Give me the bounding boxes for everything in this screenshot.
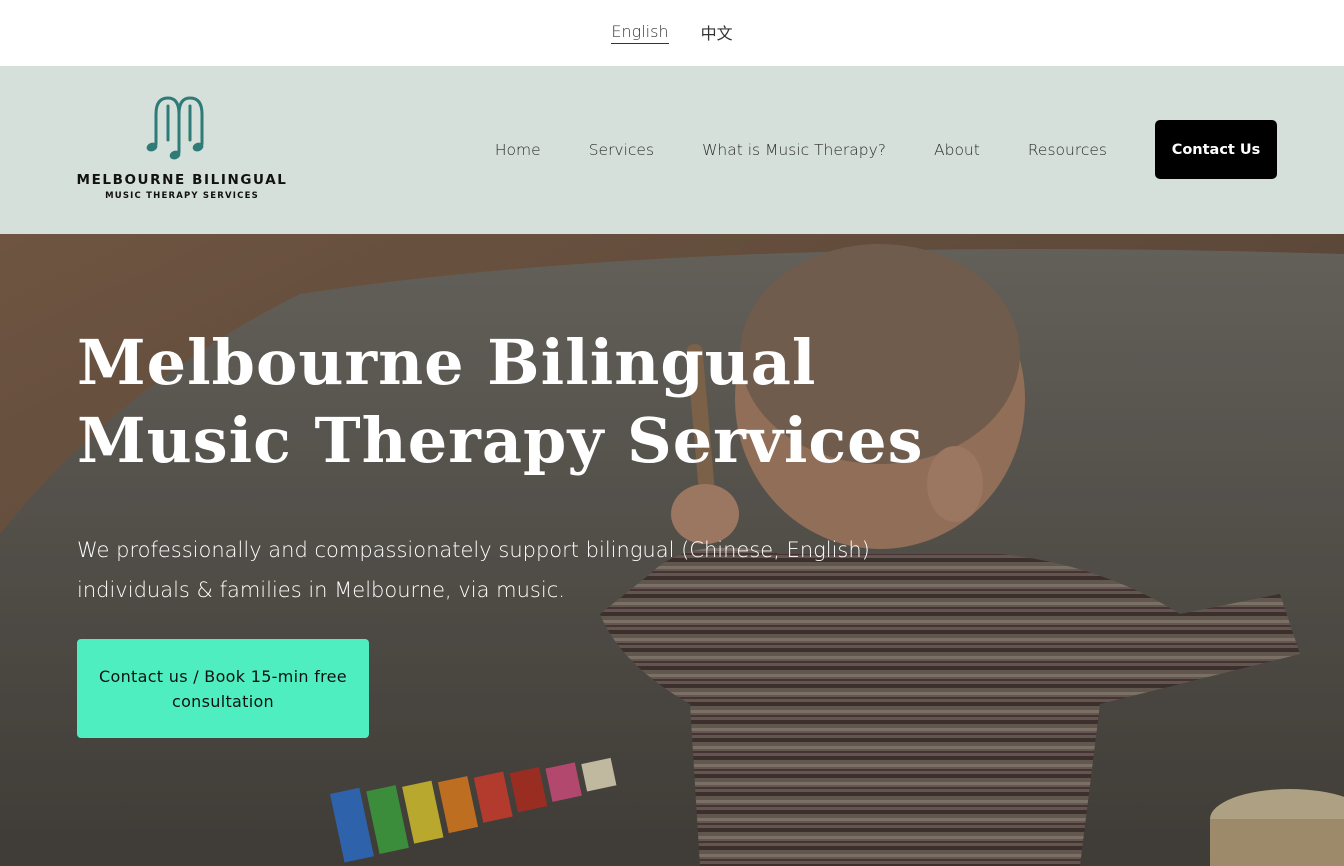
hero-description: We professionally and compassionately su… <box>77 538 870 602</box>
site-logo[interactable]: MELBOURNE BILINGUAL MUSIC THERAPY SERVIC… <box>76 92 288 210</box>
nav-what-is-music-therapy[interactable]: What is Music Therapy? <box>702 141 886 159</box>
main-nav: Home Services What is Music Therapy? Abo… <box>495 120 1277 179</box>
nav-resources[interactable]: Resources <box>1028 141 1107 159</box>
logo-title: MELBOURNE BILINGUAL <box>76 172 288 188</box>
nav-home[interactable]: Home <box>495 141 541 159</box>
hero-title: Melbourne Bilingual Music Therapy Servic… <box>77 326 924 477</box>
nav-services[interactable]: Services <box>589 141 654 159</box>
book-consultation-button[interactable]: Contact us / Book 15-min free consultati… <box>77 639 369 738</box>
language-chinese-link[interactable]: 中文 <box>701 20 733 46</box>
hero-section: Melbourne Bilingual Music Therapy Servic… <box>0 234 1344 866</box>
language-english-link[interactable]: English <box>611 22 669 44</box>
contact-us-button[interactable]: Contact Us <box>1155 120 1277 179</box>
logo-subtitle: MUSIC THERAPY SERVICES <box>105 191 259 201</box>
site-header: MELBOURNE BILINGUAL MUSIC THERAPY SERVIC… <box>0 66 1344 234</box>
nav-about[interactable]: About <box>934 141 980 159</box>
music-notes-logo-icon <box>146 96 204 160</box>
language-switcher: English 中文 <box>0 0 1344 66</box>
